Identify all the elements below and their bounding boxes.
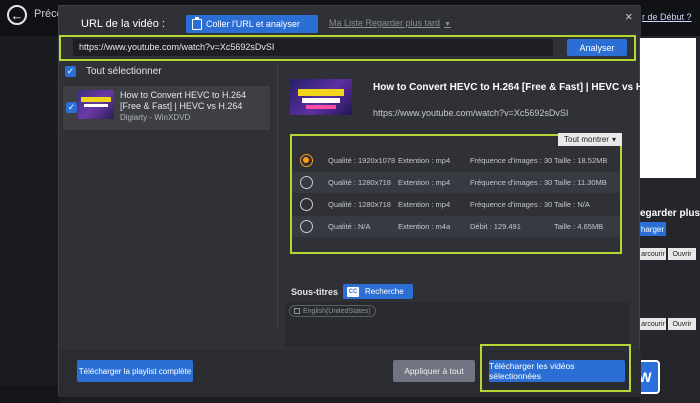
back-arrow-icon[interactable]: ← xyxy=(7,5,27,25)
video-thumbnail xyxy=(78,90,114,119)
format-extension: Extention : mp4 xyxy=(398,200,451,209)
item-checkbox[interactable]: ✓ xyxy=(66,102,77,113)
format-radio[interactable] xyxy=(300,154,313,167)
select-all-checkbox[interactable]: ✓ xyxy=(65,66,76,77)
format-row[interactable]: Qualité : 1280x718 Extention : mp4 Fréqu… xyxy=(292,172,620,193)
video-url: https://www.youtube.com/watch?v=Xc5692sD… xyxy=(373,108,569,118)
format-rate: Fréquence d'images : 30 xyxy=(470,178,553,187)
subtitle-checkbox[interactable] xyxy=(294,308,300,314)
background-open-button[interactable]: Ouvrir xyxy=(668,248,696,260)
format-quality: Qualité : 1280x718 xyxy=(328,200,391,209)
url-input[interactable]: https://www.youtube.com/watch?v=Xc5692sD… xyxy=(73,39,553,56)
subtitle-search-button[interactable]: CC Recherche xyxy=(343,284,413,299)
url-analysis-dialog: URL de la vidéo : Coller l'URL et analys… xyxy=(58,5,663,397)
background-bottom-left xyxy=(0,386,60,403)
format-rate: Fréquence d'images : 30 xyxy=(470,200,553,209)
format-quality: Qualité : 1920x1078 xyxy=(328,156,396,165)
background-browse-button[interactable]: arcourir xyxy=(640,248,666,260)
chevron-down-icon: ▾ xyxy=(611,135,616,144)
list-item[interactable]: ✓ How to Convert HEVC to H.264 [Free & F… xyxy=(63,86,270,130)
subtitle-option[interactable]: English(UnitedStates) xyxy=(289,305,376,317)
subtitle-icon: CC xyxy=(347,286,359,297)
watch-later-label: Ma Liste Regarder plus tard xyxy=(329,18,441,28)
format-rate: Débit : 129.491 xyxy=(470,222,521,231)
background-watch-later-title: egarder plus t xyxy=(640,208,700,219)
format-row[interactable]: Qualité : 1920x1078 Extention : mp4 Fréq… xyxy=(292,150,620,171)
video-thumbnail-large xyxy=(290,79,352,115)
format-quality: Qualité : 1280x718 xyxy=(328,178,391,187)
show-all-dropdown[interactable]: Tout montrer ▾ xyxy=(558,133,622,146)
format-radio[interactable] xyxy=(300,220,313,233)
select-all-row[interactable]: ✓ Tout sélectionner xyxy=(65,66,162,77)
background-download-button[interactable]: harger xyxy=(640,222,666,236)
apply-to-all-button[interactable]: Appliquer à tout xyxy=(393,360,475,382)
video-title: How to Convert HEVC to H.264 [Free & Fas… xyxy=(373,82,663,93)
close-icon[interactable]: × xyxy=(625,9,633,24)
paste-button-label: Coller l'URL et analyser xyxy=(206,19,300,29)
format-extension: Extention : mp4 xyxy=(398,156,451,165)
url-label: URL de la vidéo : xyxy=(81,18,165,30)
select-all-label: Tout sélectionner xyxy=(86,66,162,77)
watch-later-link[interactable]: Ma Liste Regarder plus tard ▼ xyxy=(329,18,451,28)
format-radio[interactable] xyxy=(300,176,313,189)
show-all-label: Tout montrer xyxy=(564,135,609,144)
paste-and-analyze-button[interactable]: Coller l'URL et analyser xyxy=(186,15,318,33)
chevron-down-icon: ▼ xyxy=(444,21,451,28)
analyze-button[interactable]: Analyser xyxy=(567,39,627,56)
clipboard-icon xyxy=(192,16,202,30)
download-selected-button[interactable]: Télécharger les vidéos sélectionnées xyxy=(489,360,625,382)
format-size: Taille : 18.52MB xyxy=(554,156,608,165)
format-row[interactable]: Qualité : N/A Extention : m4a Débit : 12… xyxy=(292,216,620,237)
background-preview-area xyxy=(640,38,696,178)
background-open-button-2[interactable]: Ouvrir xyxy=(668,318,696,330)
background-help-link[interactable]: r de Début ? xyxy=(642,12,692,22)
format-radio[interactable] xyxy=(300,198,313,211)
format-extension: Extention : mp4 xyxy=(398,178,451,187)
format-size: Taille : 4.65MB xyxy=(554,222,604,231)
download-playlist-button[interactable]: Télécharger la playlist complète xyxy=(77,360,193,382)
subtitle-option-label: English(UnitedStates) xyxy=(303,307,371,315)
format-extension: Extention : m4a xyxy=(398,222,451,231)
background-browse-button-2[interactable]: arcourir xyxy=(640,318,666,330)
format-rate: Fréquence d'images : 30 xyxy=(470,156,553,165)
subtitles-label: Sous-titres xyxy=(291,287,339,297)
format-row[interactable]: Qualité : 1280x718 Extention : mp4 Fréqu… xyxy=(292,194,620,215)
item-title: How to Convert HEVC to H.264 [Free & Fas… xyxy=(120,90,247,111)
format-quality: Qualité : N/A xyxy=(328,222,371,231)
format-size: Taille : N/A xyxy=(554,200,590,209)
format-size: Taille : 11.30MB xyxy=(554,178,607,187)
item-channel: Digiarty - WinXDVD xyxy=(120,113,191,122)
search-button-label: Recherche xyxy=(365,287,404,296)
